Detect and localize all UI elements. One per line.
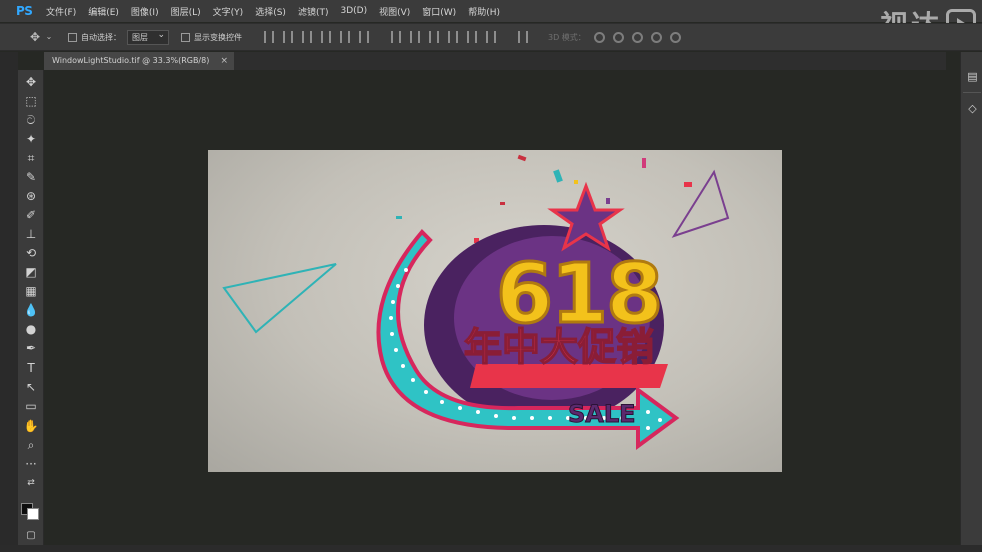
show-transform-checkbox[interactable] bbox=[181, 32, 190, 42]
slide-3d-icon[interactable] bbox=[650, 31, 662, 43]
right-dock: ▤ ◇ bbox=[960, 52, 982, 552]
magic-wand-icon[interactable]: ✦ bbox=[22, 131, 40, 147]
distribute-left-icon[interactable] bbox=[448, 31, 458, 43]
auto-align-icon[interactable] bbox=[518, 31, 528, 43]
orbit-icon[interactable] bbox=[593, 31, 605, 43]
crop-icon[interactable]: ⌗ bbox=[22, 150, 40, 166]
mode3d-buttons bbox=[593, 31, 681, 43]
artwork-headline: 年中大促销 bbox=[464, 325, 654, 369]
tools-panel: ✥ ⬚ ට ✦ ⌗ ✎ ⊛ ✐ ⊥ ⟲ ◩ ▦ 💧 ● ✒ T ↖ ▭ ✋ ⌕ … bbox=[18, 70, 44, 552]
document-tab-title: WindowLightStudio.tif @ 33.3%(RGB/8) bbox=[52, 56, 210, 65]
app-logo: PS bbox=[16, 4, 33, 18]
show-transform-label: 显示变换控件 bbox=[194, 32, 242, 42]
align-top-icon[interactable] bbox=[264, 31, 274, 43]
distribute-vcenter-icon[interactable] bbox=[410, 31, 420, 43]
marquee-icon[interactable]: ⬚ bbox=[22, 93, 40, 109]
align-right-icon[interactable] bbox=[359, 31, 369, 43]
menu-filter[interactable]: 滤镜(T) bbox=[292, 5, 335, 18]
path-select-icon[interactable]: ↖ bbox=[22, 379, 40, 395]
document-canvas[interactable]: 618 年中大促销 SALE bbox=[208, 150, 782, 472]
move-icon[interactable]: ✥ bbox=[22, 74, 40, 90]
scale-3d-icon[interactable] bbox=[669, 31, 681, 43]
align-hcenter-icon[interactable] bbox=[340, 31, 350, 43]
menu-type[interactable]: 文字(Y) bbox=[207, 5, 250, 18]
auto-select-label: 自动选择： bbox=[81, 32, 121, 42]
auto-select-dropdown[interactable]: 图层 bbox=[127, 29, 169, 45]
pan-3d-icon[interactable] bbox=[631, 31, 643, 43]
align-bottom-icon[interactable] bbox=[302, 31, 312, 43]
more-icon[interactable]: ··· bbox=[22, 456, 40, 472]
swap-colors-icon[interactable]: ⇄ bbox=[22, 475, 40, 491]
document-tab[interactable]: WindowLightStudio.tif @ 33.3%(RGB/8) × bbox=[44, 52, 234, 70]
right-dock-divider bbox=[963, 92, 981, 93]
pen-icon[interactable]: ✒ bbox=[22, 340, 40, 356]
artwork-618: 618 年中大促销 SALE bbox=[222, 154, 730, 450]
stamp-icon[interactable]: ⊥ bbox=[22, 226, 40, 242]
status-strip bbox=[0, 545, 982, 552]
eraser-icon[interactable]: ◩ bbox=[22, 264, 40, 280]
distribute-bottom-icon[interactable] bbox=[429, 31, 439, 43]
options-bar: ✥ ⌄ 自动选择： 图层 显示变换控件 3D 模式： bbox=[0, 23, 982, 51]
dodge-icon[interactable]: ● bbox=[22, 321, 40, 337]
menu-bar: PS 文件(F) 编辑(E) 图像(I) 图层(L) 文字(Y) 选择(S) 滤… bbox=[0, 0, 982, 22]
auto-select-checkbox[interactable] bbox=[68, 32, 77, 42]
triangle-left bbox=[222, 263, 337, 334]
move-tool-icon[interactable]: ✥ bbox=[28, 30, 42, 44]
document-tab-strip: WindowLightStudio.tif @ 33.3%(RGB/8) × bbox=[44, 52, 946, 70]
eyedropper-icon[interactable]: ✎ bbox=[22, 169, 40, 185]
align-vcenter-icon[interactable] bbox=[283, 31, 293, 43]
quick-mask-icon[interactable]: ▢ bbox=[22, 528, 40, 544]
close-icon[interactable]: × bbox=[220, 52, 228, 70]
artwork-sale: SALE bbox=[568, 400, 636, 428]
brush-icon[interactable]: ✐ bbox=[22, 207, 40, 223]
distribute-top-icon[interactable] bbox=[391, 31, 401, 43]
blur-icon[interactable]: 💧 bbox=[22, 302, 40, 318]
distribute-hcenter-icon[interactable] bbox=[467, 31, 477, 43]
menu-edit[interactable]: 编辑(E) bbox=[82, 5, 125, 18]
shape-icon[interactable]: ▭ bbox=[22, 398, 40, 414]
chevron-down-icon[interactable]: ⌄ bbox=[42, 30, 56, 44]
align-left-icon[interactable] bbox=[321, 31, 331, 43]
properties-panel-icon[interactable]: ◇ bbox=[966, 102, 979, 115]
left-strip bbox=[0, 52, 18, 552]
history-panel-icon[interactable]: ▤ bbox=[966, 70, 979, 83]
roll-icon[interactable] bbox=[612, 31, 624, 43]
menu-file[interactable]: 文件(F) bbox=[40, 5, 82, 18]
menu-help[interactable]: 帮助(H) bbox=[462, 5, 506, 18]
align-buttons bbox=[264, 31, 369, 43]
auto-align-group bbox=[518, 31, 528, 43]
menu-layer[interactable]: 图层(L) bbox=[165, 5, 207, 18]
menu-3d[interactable]: 3D(D) bbox=[334, 6, 373, 16]
hand-icon[interactable]: ✋ bbox=[22, 418, 40, 434]
mode3d-label: 3D 模式： bbox=[548, 32, 586, 42]
history-brush-icon[interactable]: ⟲ bbox=[22, 245, 40, 261]
type-icon[interactable]: T bbox=[22, 360, 40, 376]
triangle-right bbox=[671, 169, 730, 238]
background-color[interactable] bbox=[27, 508, 39, 520]
healing-icon[interactable]: ⊛ bbox=[22, 188, 40, 204]
lasso-icon[interactable]: ට bbox=[22, 112, 40, 128]
menu-image[interactable]: 图像(I) bbox=[125, 5, 165, 18]
menu-window[interactable]: 窗口(W) bbox=[416, 5, 462, 18]
distribute-buttons bbox=[391, 31, 496, 43]
menu-select[interactable]: 选择(S) bbox=[249, 5, 292, 18]
menu-view[interactable]: 视图(V) bbox=[373, 5, 416, 18]
zoom-icon[interactable]: ⌕ bbox=[22, 437, 40, 453]
distribute-right-icon[interactable] bbox=[486, 31, 496, 43]
gradient-icon[interactable]: ▦ bbox=[22, 283, 40, 299]
